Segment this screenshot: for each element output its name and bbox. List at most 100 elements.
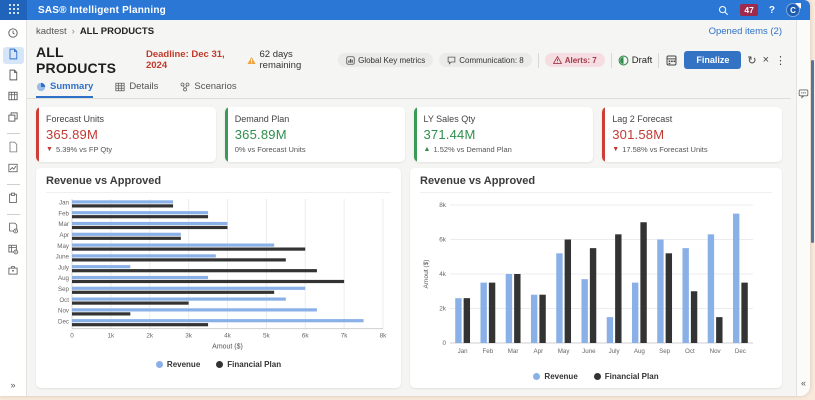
svg-text:3k: 3k [185,333,193,340]
sidebar-item-documents[interactable] [3,68,24,85]
summary-pie-icon [36,82,46,92]
blank-document-icon [7,140,19,158]
sidebar-item-doc-settings[interactable] [3,221,24,238]
chart-icon [7,161,19,179]
alert-warning-icon [553,56,562,64]
toolbar-divider [658,53,659,68]
document-gear-icon [7,221,19,239]
tab-scenarios[interactable]: Scenarios [180,81,236,98]
main-content: kadtest › ALL PRODUCTS Opened items (2) … [27,20,796,396]
sidebar-item-worksheets[interactable] [3,89,24,106]
kpi-lag2-forecast[interactable]: Lag 2 Forecast 301.58M ▼17.58% vs Foreca… [602,107,782,162]
kpi-demand-plan[interactable]: Demand Plan 365.89M 0% vs Forecast Units [225,107,405,162]
alerts-button[interactable]: Alerts: 7 [545,53,605,67]
sidebar-item-copies[interactable] [3,110,24,127]
svg-text:July: July [58,264,70,271]
tab-details[interactable]: Details [115,81,158,98]
briefcase-icon [7,263,19,281]
svg-text:Mar: Mar [508,348,519,355]
svg-text:5k: 5k [263,333,271,340]
up-triangle-icon: ▲ [424,146,431,153]
svg-text:0: 0 [442,340,446,347]
grid-icon [9,1,19,19]
details-table-icon [115,82,125,92]
rail-collapse-button[interactable]: « [801,378,806,388]
close-icon[interactable]: × [763,54,769,66]
metrics-icon [346,56,355,65]
global-key-metrics-button[interactable]: Global Key metrics [338,53,433,67]
sidebar-item-workbench[interactable] [3,263,24,280]
finalize-button[interactable]: Finalize [684,51,741,69]
svg-text:Oct: Oct [685,348,695,355]
kpi-ly-sales-qty[interactable]: LY Sales Qty 371.44M ▲1.52% vs Demand Pl… [414,107,594,162]
kpi-forecast-units[interactable]: Forecast Units 365.89M ▼5.39% vs FP Qty [36,107,216,162]
svg-text:Nov: Nov [58,308,70,315]
legend-item: Financial Plan [216,360,281,369]
legend-item: Revenue [156,360,200,369]
user-avatar[interactable]: C [786,3,800,17]
opened-items-link[interactable]: Opened items (2) [709,26,782,37]
tab-summary[interactable]: Summary [36,81,93,98]
svg-text:Feb: Feb [58,210,69,217]
svg-text:June: June [56,254,70,261]
svg-text:2k: 2k [146,333,154,340]
draft-status[interactable]: Draft [618,55,653,66]
toolbar-divider [611,53,612,68]
notification-badge[interactable]: 47 [740,4,757,16]
sidebar-expand-button[interactable]: » [10,380,15,390]
sidebar-item-reports[interactable] [3,161,24,178]
app-launcher-button[interactable] [0,0,27,20]
refresh-icon[interactable]: ↻ [747,54,756,67]
legend-dot-icon [216,361,223,368]
legend-item: Revenue [533,372,577,381]
help-button[interactable]: ? [769,5,775,16]
svg-text:4k: 4k [439,271,447,278]
svg-text:June: June [582,348,596,355]
svg-text:Oct: Oct [59,297,69,304]
scenarios-flow-icon [180,82,190,92]
svg-text:May: May [558,348,571,355]
search-icon[interactable] [718,5,729,16]
sidebar-item-plans-active[interactable] [3,47,24,64]
chart-legend: RevenueFinancial Plan [420,372,772,381]
speech-bubble-icon [447,56,456,65]
sidebar-item-table-settings[interactable] [3,242,24,259]
svg-text:Mar: Mar [58,221,69,228]
communication-button[interactable]: Communication: 8 [439,53,531,67]
breadcrumb-parent[interactable]: kadtest [36,26,67,37]
sidebar-item-recents[interactable] [3,26,24,43]
svg-text:Sep: Sep [58,286,70,293]
document-icon [7,68,19,86]
vertical-bar-chart: 02k4k6k8kAmout ($)JanFebMarAprMayJuneJul… [420,197,772,381]
breadcrumb-current: ALL PRODUCTS [80,26,154,37]
svg-text:Amout ($): Amout ($) [212,344,243,351]
clipboard-icon [7,191,19,209]
svg-text:8k: 8k [439,202,447,209]
legend-dot-icon [533,373,540,380]
revenue-vs-approved-vbar-card: Revenue vs Approved 02k4k6k8kAmout ($)Ja… [410,168,782,388]
more-options-icon[interactable]: ⋮ [775,54,786,67]
svg-text:Apr: Apr [534,348,544,355]
calendar-grid-button[interactable] [665,54,678,67]
comments-panel-icon[interactable] [798,86,809,104]
page-scrollbar[interactable] [811,60,814,243]
draft-status-icon [618,55,629,66]
svg-text:Sep: Sep [659,348,671,355]
deadline-label: Deadline: Dec 31, 2024 [146,49,239,71]
svg-text:Jan: Jan [59,200,70,207]
svg-text:Aug: Aug [58,275,70,282]
layers-icon [7,110,19,128]
chart-title: Revenue vs Approved [420,175,772,193]
svg-text:Dec: Dec [58,318,69,325]
sidebar-item-tasks[interactable] [3,191,24,208]
chart-title: Revenue vs Approved [46,175,391,193]
svg-text:Amout ($): Amout ($) [423,260,430,289]
svg-text:1k: 1k [108,333,116,340]
sidebar-item-new-doc[interactable] [3,140,24,157]
breadcrumb: kadtest › ALL PRODUCTS Opened items (2) [27,20,791,41]
svg-text:Feb: Feb [483,348,494,355]
svg-text:Apr: Apr [59,232,69,239]
document-icon [7,47,19,65]
svg-text:May: May [57,243,70,250]
tab-bar: Summary Details Scenarios [27,81,791,99]
